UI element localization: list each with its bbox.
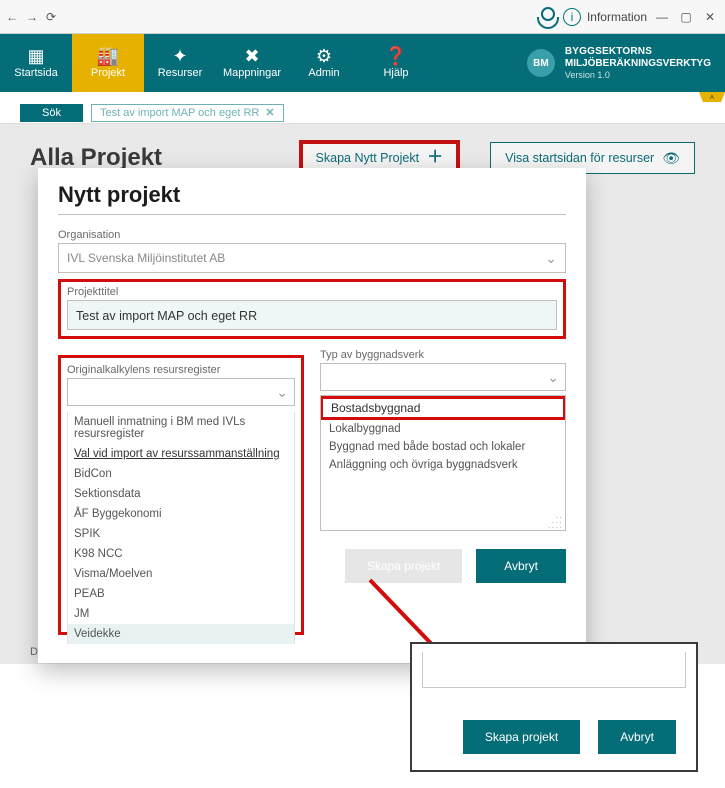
create-project-label: Skapa Nytt Projekt	[316, 151, 420, 165]
ribbon-projekt[interactable]: 🏭 Projekt	[72, 34, 144, 92]
forward-icon[interactable]: →	[26, 10, 38, 24]
page-dim: Alla Projekt Skapa Nytt Projekt ＋ Visa s…	[0, 124, 725, 664]
orig-register-dropdown[interactable]: Manuell inmatning i BM med IVLs resursre…	[67, 412, 295, 644]
chevron-down-icon: ⌄	[545, 250, 557, 267]
ribbon-label: Resurser	[158, 67, 203, 79]
information-label[interactable]: Information	[587, 10, 647, 24]
organisation-value: IVL Svenska Miljöinstitutet AB	[67, 251, 225, 265]
cancel-button[interactable]: Avbryt	[476, 549, 566, 583]
building-type-select[interactable]: ⌄	[320, 363, 566, 391]
brand-logo: BM	[527, 49, 555, 77]
tabs-row: Sök Test av import MAP och eget RR ✕	[0, 102, 725, 124]
callout-field-fragment	[422, 652, 686, 688]
collapse-ribbon-icon[interactable]: ˄	[699, 92, 725, 102]
close-icon[interactable]: ✕	[265, 105, 274, 121]
ribbon-label: Startsida	[14, 67, 57, 79]
callout-panel: Skapa projekt Avbryt	[410, 642, 698, 772]
dropdown-option[interactable]: SPIK	[68, 524, 294, 544]
modal-title: Nytt projekt	[58, 182, 566, 208]
dropdown-option[interactable]: ÅF Byggekonomi	[68, 504, 294, 524]
building-type-option[interactable]: Byggnad med både bostad och lokaler	[321, 438, 565, 456]
resize-handle-icon[interactable]: .........	[548, 513, 563, 528]
dropdown-option[interactable]: Sektionsdata	[68, 484, 294, 504]
chevron-down-icon: ⌄	[276, 384, 288, 401]
ribbon-label: Projekt	[91, 67, 125, 79]
tab-open-label: Test av import MAP och eget RR	[100, 105, 259, 121]
brand-text: BYGGSEKTORNS MILJÖBERÄKNINGSVERKTYG Vers…	[565, 46, 711, 81]
browser-bar: ← → ⟳ i Information — ▢ ✕	[0, 0, 725, 34]
dropdown-option[interactable]: Veidekke	[68, 624, 294, 644]
window-minimize[interactable]: —	[653, 10, 671, 24]
ribbon-startsida[interactable]: ▦ Startsida	[0, 34, 72, 92]
projekttitel-input[interactable]: Test av import MAP och eget RR	[67, 300, 557, 330]
building-type-label: Typ av byggnadsverk	[320, 349, 566, 361]
admin-icon: ⚙	[316, 47, 332, 65]
chevron-down-icon: ⌄	[547, 369, 559, 386]
dropdown-option[interactable]: K98 NCC	[68, 544, 294, 564]
dropdown-option-manual[interactable]: Manuell inmatning i BM med IVLs resursre…	[68, 412, 294, 444]
projekttitel-highlight: Projekttitel Test av import MAP och eget…	[58, 279, 566, 339]
window-maximize[interactable]: ▢	[677, 10, 695, 24]
organisation-select[interactable]: IVL Svenska Miljöinstitutet AB ⌄	[58, 243, 566, 273]
organisation-label: Organisation	[58, 229, 566, 241]
brand-line3: Version 1.0	[565, 70, 711, 81]
dropdown-option[interactable]: BidCon	[68, 464, 294, 484]
refresh-icon[interactable]: ⟳	[46, 10, 56, 24]
dropdown-option[interactable]: PEAB	[68, 584, 294, 604]
user-icon[interactable]	[535, 7, 557, 27]
new-project-modal: Nytt projekt Organisation IVL Svenska Mi…	[38, 168, 586, 663]
orig-register-label: Originalkalkylens resursregister	[67, 364, 295, 376]
ribbon-admin[interactable]: ⚙ Admin	[288, 34, 360, 92]
orig-register-highlight: Originalkalkylens resursregister ⌄ Manue…	[58, 355, 304, 635]
nav-arrows: ← → ⟳	[6, 10, 56, 24]
brand-line1: BYGGSEKTORNS	[565, 46, 711, 58]
project-icon: 🏭	[97, 47, 119, 65]
dropdown-heading: Val vid import av resurssammanställning	[68, 444, 294, 464]
brand-block: BM BYGGSEKTORNS MILJÖBERÄKNINGSVERKTYG V…	[527, 34, 725, 92]
home-icon: ▦	[27, 47, 44, 65]
ribbon-label: Hjälp	[383, 67, 408, 79]
show-startpage-label: Visa startsidan för resurser	[505, 151, 654, 165]
orig-register-select[interactable]: ⌄	[67, 378, 295, 406]
create-project-submit[interactable]: Skapa projekt	[463, 720, 580, 754]
info-region: i Information — ▢ ✕	[535, 7, 719, 27]
help-icon: ❓	[385, 47, 407, 65]
tab-open-project[interactable]: Test av import MAP och eget RR ✕	[91, 104, 284, 122]
cancel-button[interactable]: Avbryt	[598, 720, 676, 754]
window-close[interactable]: ✕	[701, 10, 719, 24]
info-icon[interactable]: i	[563, 8, 581, 26]
resources-icon: ✦	[172, 47, 187, 65]
building-type-option[interactable]: Lokalbyggnad	[321, 420, 565, 438]
building-type-listbox[interactable]: Bostadsbyggnad Lokalbyggnad Byggnad med …	[320, 395, 566, 531]
back-icon[interactable]: ←	[6, 10, 18, 24]
ribbon-label: Admin	[308, 67, 339, 79]
create-project-submit-disabled: Skapa projekt	[345, 549, 462, 583]
dropdown-option[interactable]: Visma/Moelven	[68, 564, 294, 584]
app-ribbon: ▦ Startsida 🏭 Projekt ✦ Resurser ✖ Mappn…	[0, 34, 725, 92]
brand-line2: MILJÖBERÄKNINGSVERKTYG	[565, 58, 711, 70]
ribbon-hjalp[interactable]: ❓ Hjälp	[360, 34, 432, 92]
ribbon-mappningar[interactable]: ✖ Mappningar	[216, 34, 288, 92]
mappings-icon: ✖	[244, 47, 259, 65]
tab-search[interactable]: Sök	[20, 104, 83, 122]
building-type-option-highlight[interactable]: Bostadsbyggnad	[320, 396, 566, 420]
ribbon-resurser[interactable]: ✦ Resurser	[144, 34, 216, 92]
building-type-option[interactable]: Anläggning och övriga byggnadsverk	[321, 456, 565, 474]
dropdown-option[interactable]: JM	[68, 604, 294, 624]
projekttitel-label: Projekttitel	[67, 286, 557, 298]
ribbon-label: Mappningar	[223, 67, 281, 79]
